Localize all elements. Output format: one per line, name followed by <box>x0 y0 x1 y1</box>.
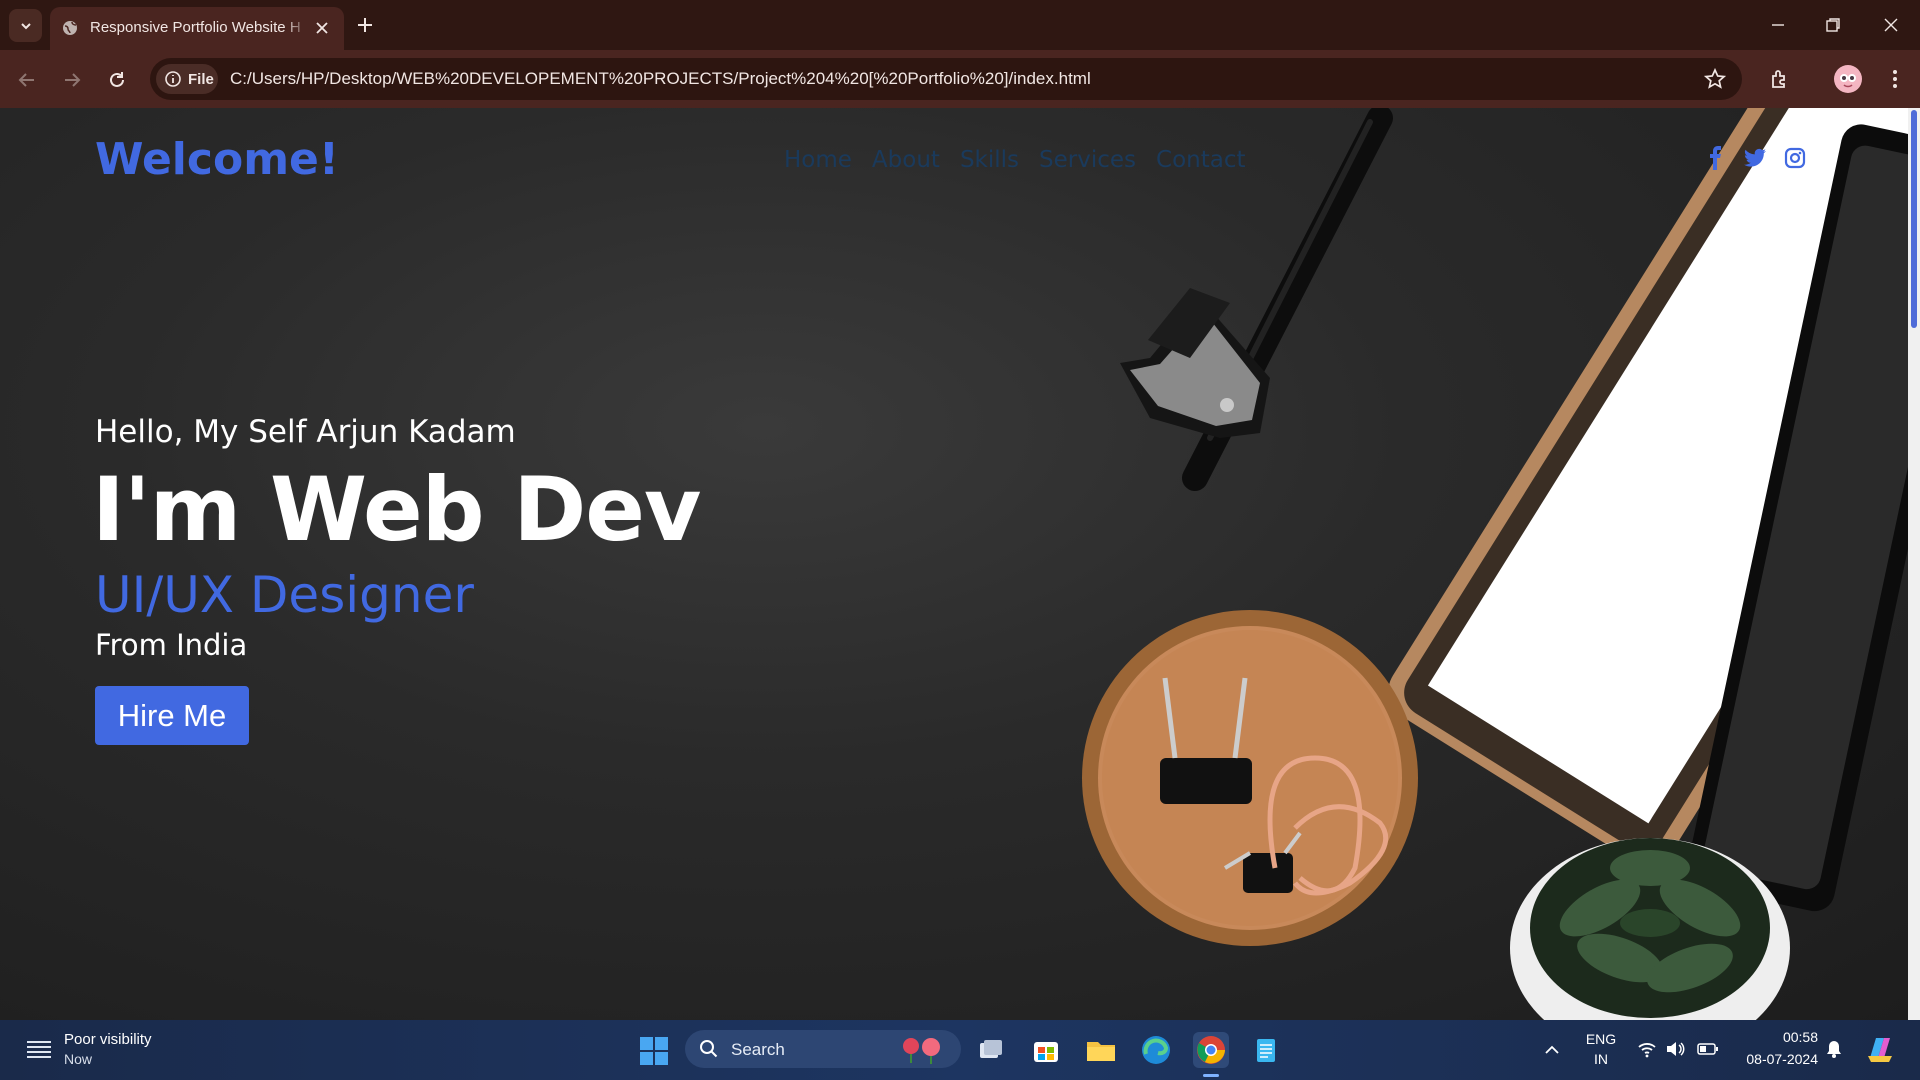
reload-icon[interactable] <box>106 69 128 91</box>
minimize-icon[interactable] <box>1768 15 1788 35</box>
nav-contact[interactable]: Contact <box>1156 147 1245 173</box>
file-explorer-app[interactable] <box>1083 1032 1119 1068</box>
desk-background-image <box>1082 108 1908 1020</box>
globe-icon <box>63 21 77 35</box>
language-top[interactable]: ENG <box>1580 1031 1622 1047</box>
instagram-icon[interactable] <box>1783 146 1807 170</box>
profile-avatar[interactable] <box>1834 65 1862 93</box>
extensions-icon[interactable] <box>1768 67 1792 91</box>
notification-bell-icon[interactable] <box>1825 1039 1843 1059</box>
chrome-app[interactable] <box>1193 1032 1229 1068</box>
language-bottom[interactable]: IN <box>1580 1051 1622 1067</box>
browser-toolbar: File C:/Users/HP/Desktop/WEB%20DEVELOPEM… <box>0 50 1920 108</box>
clock-time[interactable]: 00:58 <box>1778 1029 1818 1045</box>
folder-icon <box>1087 1042 1115 1061</box>
copilot-icon[interactable] <box>1864 1034 1896 1064</box>
weather-title: Poor visibility <box>64 1031 152 1048</box>
hero-role: UI/UX Designer <box>95 566 474 624</box>
close-icon[interactable] <box>314 20 330 36</box>
chevron-down-icon <box>20 22 31 29</box>
notepad-app[interactable] <box>1248 1032 1284 1068</box>
restore-icon[interactable] <box>1823 15 1843 35</box>
hero-location: From India <box>95 628 248 662</box>
new-tab-button[interactable] <box>355 15 375 35</box>
microsoft-store-app[interactable] <box>1028 1032 1064 1068</box>
roses-icon <box>903 1038 940 1064</box>
hire-me-button[interactable]: Hire Me <box>95 686 249 745</box>
site-info-chip[interactable]: File <box>156 64 218 94</box>
profile-avatar-icon <box>1840 74 1856 88</box>
address-bar[interactable]: File C:/Users/HP/Desktop/WEB%20DEVELOPEM… <box>150 58 1742 100</box>
nav-services[interactable]: Services <box>1039 147 1136 173</box>
more-options-icon[interactable] <box>1883 67 1907 91</box>
bookmark-star-icon[interactable] <box>1704 68 1726 90</box>
nav-home[interactable]: Home <box>784 147 852 173</box>
clock-date[interactable]: 08-07-2024 <box>1736 1051 1818 1067</box>
active-app-indicator <box>1203 1074 1219 1077</box>
search-label: Search <box>731 1040 785 1059</box>
site-logo[interactable]: Welcome! <box>95 134 339 185</box>
scrollbar-thumb[interactable] <box>1911 110 1917 328</box>
battery-icon[interactable] <box>1697 1041 1719 1057</box>
windows-taskbar: Poor visibility Now Search ENG IN 00:58 … <box>0 1020 1920 1080</box>
forward-icon[interactable] <box>61 69 83 91</box>
browser-title-bar: Responsive Portfolio Website H <box>0 0 1920 50</box>
nav-skills[interactable]: Skills <box>960 147 1019 173</box>
edge-app[interactable] <box>1138 1032 1174 1068</box>
tab-title: Responsive Portfolio Website H <box>90 19 301 36</box>
nav-about[interactable]: About <box>872 147 940 173</box>
taskbar-search[interactable]: Search <box>685 1030 961 1068</box>
info-icon <box>165 71 181 87</box>
main-nav: Home About Skills Services Contact <box>784 147 1246 173</box>
volume-icon[interactable] <box>1665 1040 1685 1058</box>
store-icon <box>1034 1042 1058 1062</box>
url-text[interactable]: C:/Users/HP/Desktop/WEB%20DEVELOPEMENT%2… <box>230 69 1091 89</box>
facebook-icon[interactable] <box>1704 146 1728 170</box>
windows-start-icon[interactable] <box>639 1036 669 1066</box>
weather-subtitle: Now <box>64 1051 93 1067</box>
hero-headline: I'm Web Dev <box>92 458 701 561</box>
chip-label: File <box>188 70 214 88</box>
search-icon <box>700 1040 718 1058</box>
wifi-icon[interactable] <box>1637 1040 1657 1058</box>
browser-tab[interactable]: Responsive Portfolio Website H <box>50 7 344 50</box>
task-view-button[interactable] <box>973 1032 1009 1068</box>
fog-icon <box>27 1041 51 1058</box>
edge-icon <box>1142 1036 1170 1064</box>
portfolio-page: Welcome! Home About Skills Services Cont… <box>0 108 1908 1020</box>
hero-greeting: Hello, My Self Arjun Kadam <box>95 414 516 450</box>
page-scrollbar[interactable] <box>1908 108 1920 1020</box>
chevron-up-icon[interactable] <box>1543 1041 1561 1059</box>
back-icon[interactable] <box>16 69 38 91</box>
tab-search-button[interactable] <box>9 9 42 42</box>
twitter-icon[interactable] <box>1743 146 1767 170</box>
window-close-icon[interactable] <box>1881 15 1901 35</box>
notepad-icon <box>1257 1039 1275 1062</box>
task-view-icon <box>980 1040 1002 1058</box>
chrome-icon <box>1197 1036 1225 1064</box>
